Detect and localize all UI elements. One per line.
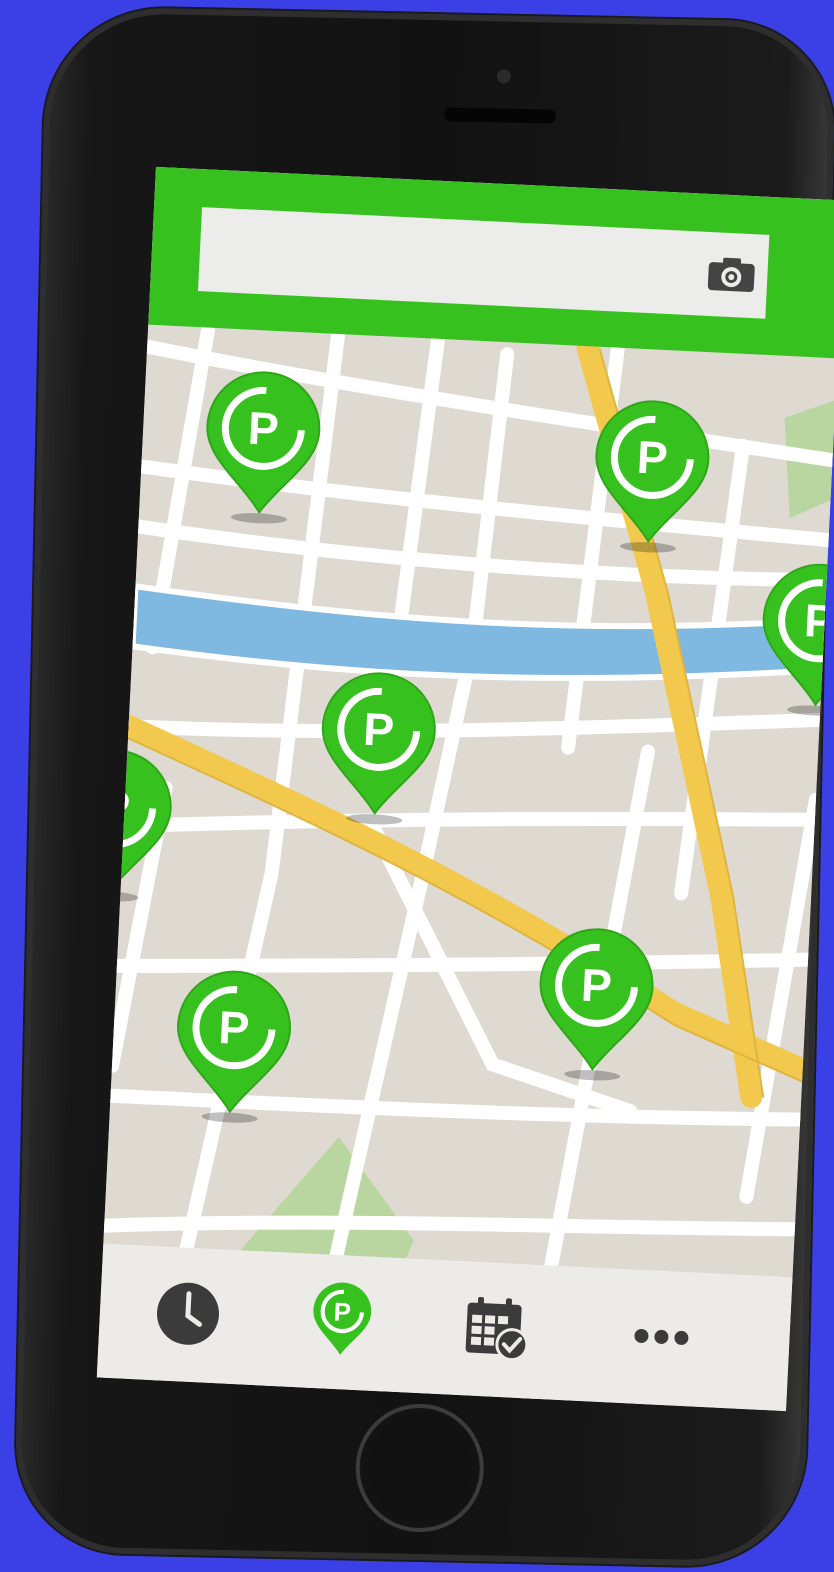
nav-more[interactable] xyxy=(617,1293,705,1381)
svg-text:P: P xyxy=(803,594,834,647)
parking-pin[interactable]: P xyxy=(588,399,715,555)
map-view[interactable] xyxy=(96,166,834,1412)
parking-pin-icon: P xyxy=(313,1282,372,1355)
parking-pin[interactable]: P xyxy=(199,370,326,526)
nav-reservations[interactable] xyxy=(454,1285,542,1373)
parking-pin[interactable]: P xyxy=(755,562,834,718)
nav-history[interactable] xyxy=(144,1270,232,1358)
svg-text:P: P xyxy=(247,402,280,455)
svg-text:P: P xyxy=(98,780,131,833)
svg-text:P: P xyxy=(217,1001,250,1054)
more-dots-icon xyxy=(634,1328,689,1345)
camera-icon xyxy=(707,257,755,292)
svg-text:P: P xyxy=(333,1298,352,1327)
phone-device: P P P P P P P P xyxy=(13,5,834,1569)
svg-text:P: P xyxy=(636,431,669,484)
nav-parking[interactable]: P xyxy=(298,1277,386,1365)
app-screen: P P P P P P P P xyxy=(96,166,834,1412)
calendar-check-icon xyxy=(465,1297,529,1362)
camera-button[interactable] xyxy=(705,252,757,296)
parking-pin[interactable]: P xyxy=(314,671,441,827)
search-header xyxy=(148,166,834,359)
earpiece-speaker xyxy=(443,107,557,124)
parking-pin[interactable]: P xyxy=(532,926,659,1082)
parking-pin[interactable]: P xyxy=(96,748,178,904)
home-button[interactable] xyxy=(354,1402,486,1534)
clock-icon xyxy=(156,1282,219,1345)
svg-text:P: P xyxy=(580,959,613,1012)
search-input[interactable] xyxy=(197,207,770,319)
parking-pin[interactable]: P xyxy=(170,969,297,1125)
front-camera xyxy=(496,69,512,84)
svg-text:P: P xyxy=(362,703,395,756)
